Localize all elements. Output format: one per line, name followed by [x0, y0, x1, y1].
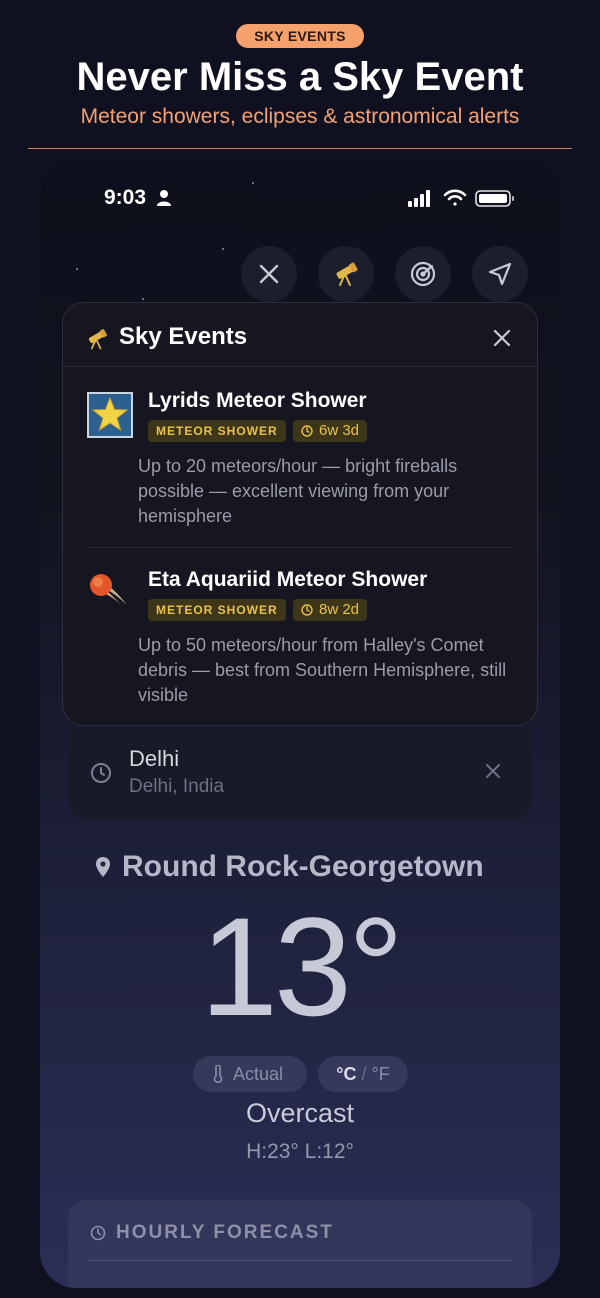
event-description: Up to 20 meteors/hour — bright fireballs…	[138, 456, 458, 526]
promo-header: SKY EVENTS Never Miss a Sky Event Meteor…	[0, 0, 600, 160]
close-panel-button[interactable]	[491, 327, 513, 349]
location-name: Round Rock-Georgetown	[122, 850, 484, 883]
sky-events-header: Sky Events	[63, 303, 537, 367]
clock-icon	[301, 604, 313, 616]
status-time: 9:03	[104, 186, 147, 209]
comet-icon	[90, 574, 127, 609]
close-icon	[259, 264, 279, 284]
event-title: Lyrids Meteor Shower	[148, 389, 367, 412]
unit-separator: /	[361, 1064, 367, 1084]
thermometer-icon	[213, 1065, 223, 1083]
recent-city: Delhi	[129, 746, 180, 771]
hourly-divider	[88, 1260, 512, 1261]
sky-events-title: Sky Events	[119, 323, 248, 350]
unit-celsius: °C	[336, 1064, 357, 1084]
recent-location-item[interactable]: Delhi Delhi, India	[68, 728, 532, 818]
telescope-icon	[88, 329, 107, 350]
promo-divider	[28, 148, 572, 149]
hourly-forecast-title: HOURLY FORECAST	[116, 1222, 334, 1243]
navigation-arrow-icon	[488, 262, 512, 286]
status-icons	[408, 189, 514, 207]
toolbar-telescope-button[interactable]	[318, 246, 374, 302]
clock-icon	[90, 1225, 106, 1241]
location-pin-icon	[96, 857, 110, 877]
event-title: Eta Aquariid Meteor Shower	[148, 568, 428, 591]
toolbar-navigation-button[interactable]	[472, 246, 528, 302]
clock-icon	[301, 425, 313, 437]
hourly-forecast-card: HOURLY FORECAST	[68, 1200, 532, 1288]
unit-toggle[interactable]: °C / °F	[318, 1056, 408, 1092]
recent-region: Delhi, India	[129, 776, 225, 797]
event-description: Up to 50 meteors/hour from Halley's Come…	[138, 635, 507, 705]
event-divider	[87, 547, 515, 548]
event-countdown: 8w 2d	[293, 599, 368, 621]
phone-screen: 9:03 Delhi Delhi, India Sky Events Lyrid…	[40, 162, 560, 1288]
promo-badge: SKY EVENTS	[236, 24, 364, 48]
event-type-badge: METEOR SHOWER	[148, 599, 286, 621]
history-clock-icon	[91, 763, 111, 783]
sky-events-panel: Sky Events Lyrids Meteor Shower METEOR S…	[62, 302, 538, 726]
countdown-text: 6w 3d	[319, 422, 360, 439]
high-low-temperature: H:23° L:12°	[246, 1140, 354, 1163]
event-countdown: 6w 3d	[293, 420, 368, 442]
actual-label: Actual	[233, 1064, 284, 1084]
person-icon	[157, 190, 171, 206]
star-icon	[87, 392, 133, 438]
current-temperature: 13°	[200, 888, 404, 1045]
map-toolbar	[40, 246, 560, 302]
unit-fahrenheit: °F	[371, 1064, 390, 1084]
promo-subtitle: Meteor showers, eclipses & astronomical …	[80, 105, 520, 128]
promo-title: Never Miss a Sky Event	[76, 55, 524, 99]
countdown-text: 8w 2d	[319, 601, 360, 618]
toolbar-radar-button[interactable]	[395, 246, 451, 302]
radar-icon	[410, 261, 436, 287]
toolbar-close-button[interactable]	[241, 246, 297, 302]
telescope-icon	[336, 262, 358, 286]
event-type-badge: METEOR SHOWER	[148, 420, 286, 442]
wifi-icon	[443, 189, 467, 206]
remove-recent-button[interactable]	[486, 764, 500, 778]
actual-temp-toggle[interactable]: Actual	[193, 1056, 307, 1092]
current-location[interactable]: Round Rock-Georgetown	[40, 850, 560, 890]
status-bar: 9:03	[40, 162, 560, 232]
weather-condition: Overcast	[245, 1098, 355, 1128]
cellular-signal-icon	[408, 190, 430, 207]
battery-icon	[475, 190, 514, 207]
